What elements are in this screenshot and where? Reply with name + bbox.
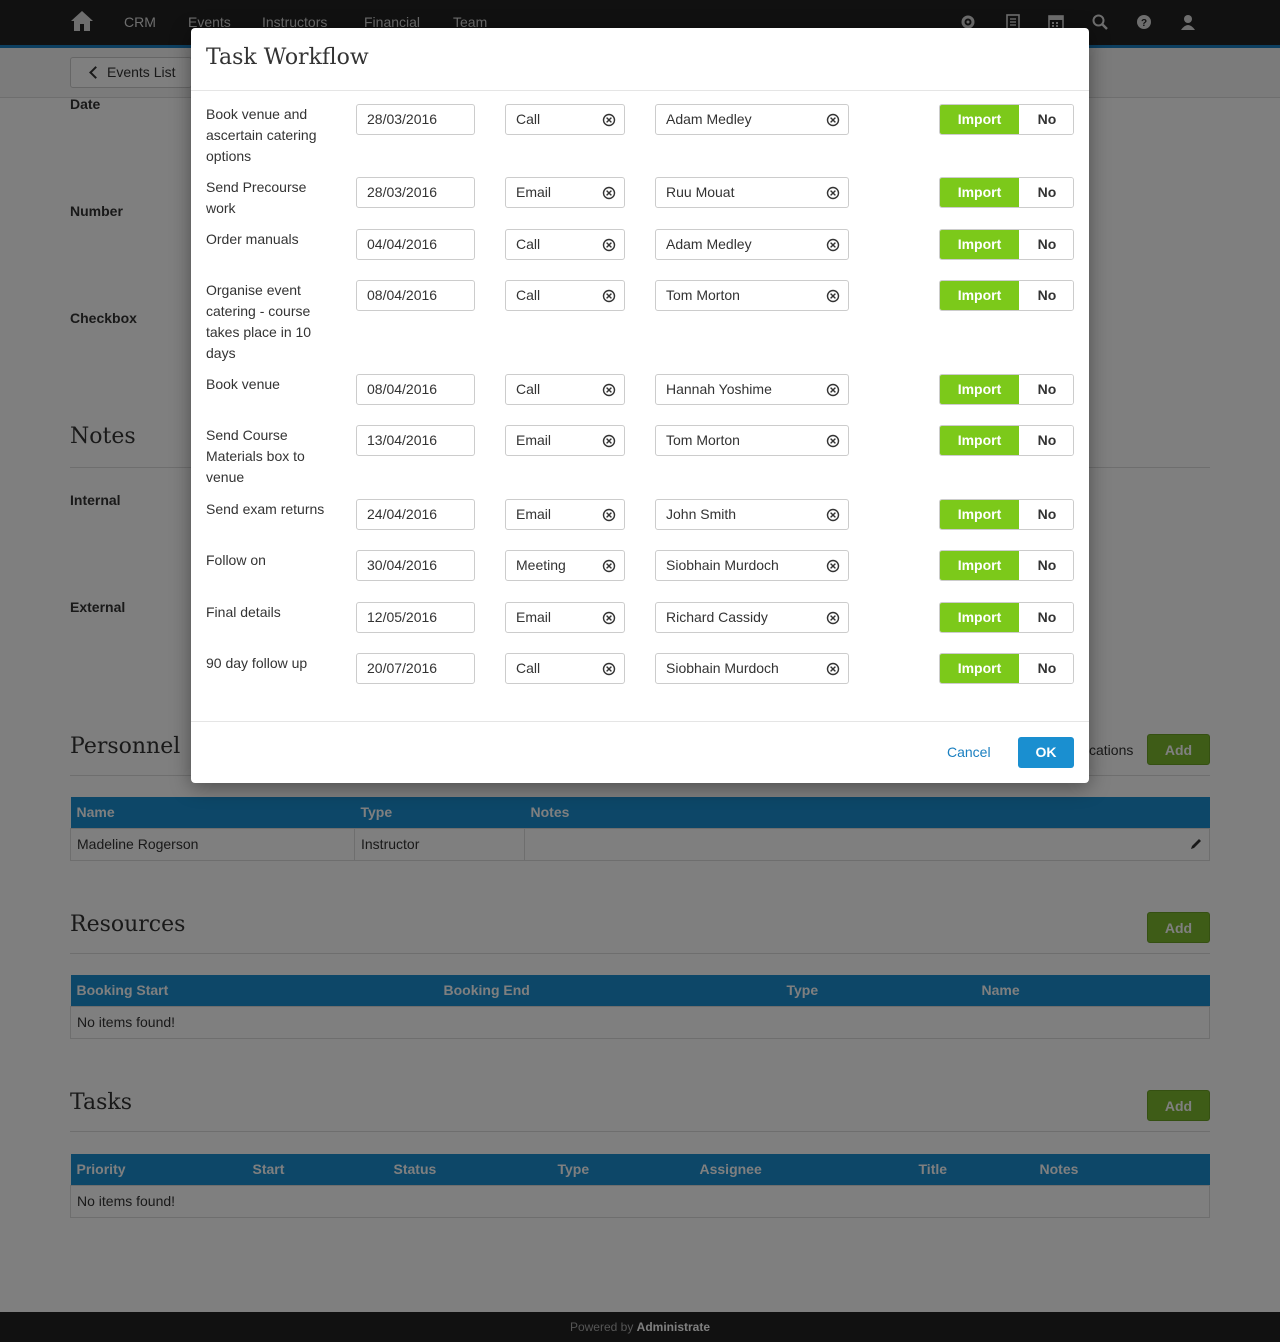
task-type-select[interactable]: Call — [505, 374, 625, 405]
assignee-select[interactable]: Richard Cassidy — [655, 602, 849, 633]
clear-icon[interactable] — [602, 289, 616, 303]
task-type-select[interactable]: Call — [505, 104, 625, 135]
ok-button[interactable]: OK — [1018, 737, 1074, 768]
import-toggle[interactable]: Import No — [939, 177, 1074, 208]
divider — [191, 721, 1089, 722]
no-option[interactable]: No — [1019, 654, 1073, 683]
no-option[interactable]: No — [1019, 551, 1073, 580]
import-option[interactable]: Import — [940, 603, 1019, 632]
cancel-button[interactable]: Cancel — [947, 744, 991, 760]
task-type-select[interactable]: Email — [505, 602, 625, 633]
import-option[interactable]: Import — [940, 500, 1019, 529]
clear-icon[interactable] — [826, 238, 840, 252]
task-type-select[interactable]: Meeting — [505, 550, 625, 581]
clear-icon[interactable] — [602, 238, 616, 252]
assignee-select[interactable]: Adam Medley — [655, 104, 849, 135]
task-type-select[interactable]: Email — [505, 425, 625, 456]
assignee-select[interactable]: Tom Morton — [655, 280, 849, 311]
task-type-select[interactable]: Call — [505, 229, 625, 260]
divider — [191, 90, 1089, 91]
import-option[interactable]: Import — [940, 654, 1019, 683]
date-input[interactable]: 24/04/2016 — [356, 499, 475, 530]
clear-icon[interactable] — [826, 434, 840, 448]
date-input[interactable]: 08/04/2016 — [356, 280, 475, 311]
task-type-select[interactable]: Call — [505, 653, 625, 684]
clear-icon[interactable] — [826, 289, 840, 303]
clear-icon[interactable] — [826, 559, 840, 573]
clear-icon[interactable] — [602, 113, 616, 127]
clear-icon[interactable] — [602, 559, 616, 573]
date-input[interactable]: 12/05/2016 — [356, 602, 475, 633]
clear-icon[interactable] — [826, 662, 840, 676]
task-type-select[interactable]: Call — [505, 280, 625, 311]
workflow-task-label: Send Course Materials box to venue — [206, 427, 305, 485]
assignee-select[interactable]: John Smith — [655, 499, 849, 530]
no-option[interactable]: No — [1019, 426, 1073, 455]
date-input[interactable]: 28/03/2016 — [356, 104, 475, 135]
import-toggle[interactable]: Import No — [939, 374, 1074, 405]
import-option[interactable]: Import — [940, 281, 1019, 310]
clear-icon[interactable] — [602, 662, 616, 676]
import-option[interactable]: Import — [940, 105, 1019, 134]
import-option[interactable]: Import — [940, 551, 1019, 580]
modal-title: Task Workflow — [206, 45, 369, 70]
clear-icon[interactable] — [826, 186, 840, 200]
clear-icon[interactable] — [826, 611, 840, 625]
workflow-task-label: Final details — [206, 604, 281, 620]
workflow-task-label: Order manuals — [206, 231, 299, 247]
clear-icon[interactable] — [826, 508, 840, 522]
import-toggle[interactable]: Import No — [939, 602, 1074, 633]
no-option[interactable]: No — [1019, 500, 1073, 529]
clear-icon[interactable] — [826, 113, 840, 127]
workflow-task-label: Book venue — [206, 376, 280, 392]
no-option[interactable]: No — [1019, 230, 1073, 259]
clear-icon[interactable] — [602, 508, 616, 522]
date-input[interactable]: 13/04/2016 — [356, 425, 475, 456]
clear-icon[interactable] — [602, 186, 616, 200]
clear-icon[interactable] — [602, 383, 616, 397]
date-input[interactable]: 20/07/2016 — [356, 653, 475, 684]
assignee-select[interactable]: Hannah Yoshime — [655, 374, 849, 405]
task-workflow-modal: Task Workflow Book venue and ascertain c… — [191, 28, 1089, 783]
no-option[interactable]: No — [1019, 375, 1073, 404]
no-option[interactable]: No — [1019, 178, 1073, 207]
import-toggle[interactable]: Import No — [939, 425, 1074, 456]
assignee-select[interactable]: Adam Medley — [655, 229, 849, 260]
import-toggle[interactable]: Import No — [939, 104, 1074, 135]
import-toggle[interactable]: Import No — [939, 499, 1074, 530]
import-option[interactable]: Import — [940, 426, 1019, 455]
import-option[interactable]: Import — [940, 375, 1019, 404]
no-option[interactable]: No — [1019, 603, 1073, 632]
date-input[interactable]: 04/04/2016 — [356, 229, 475, 260]
assignee-select[interactable]: Ruu Mouat — [655, 177, 849, 208]
no-option[interactable]: No — [1019, 281, 1073, 310]
date-input[interactable]: 28/03/2016 — [356, 177, 475, 208]
clear-icon[interactable] — [826, 383, 840, 397]
clear-icon[interactable] — [602, 611, 616, 625]
import-toggle[interactable]: Import No — [939, 229, 1074, 260]
workflow-task-label: Follow on — [206, 552, 266, 568]
assignee-select[interactable]: Siobhain Murdoch — [655, 550, 849, 581]
date-input[interactable]: 30/04/2016 — [356, 550, 475, 581]
assignee-select[interactable]: Siobhain Murdoch — [655, 653, 849, 684]
assignee-select[interactable]: Tom Morton — [655, 425, 849, 456]
no-option[interactable]: No — [1019, 105, 1073, 134]
workflow-task-label: Send exam returns — [206, 501, 325, 517]
import-toggle[interactable]: Import No — [939, 653, 1074, 684]
workflow-task-label: Book venue and ascertain catering option… — [206, 106, 317, 164]
date-input[interactable]: 08/04/2016 — [356, 374, 475, 405]
import-option[interactable]: Import — [940, 230, 1019, 259]
workflow-task-label: 90 day follow up — [206, 655, 308, 671]
task-type-select[interactable]: Email — [505, 499, 625, 530]
task-type-select[interactable]: Email — [505, 177, 625, 208]
import-toggle[interactable]: Import No — [939, 550, 1074, 581]
clear-icon[interactable] — [602, 434, 616, 448]
import-option[interactable]: Import — [940, 178, 1019, 207]
workflow-task-label: Send Precourse work — [206, 179, 307, 216]
import-toggle[interactable]: Import No — [939, 280, 1074, 311]
workflow-task-label: Organise event catering - course takes p… — [206, 282, 312, 361]
